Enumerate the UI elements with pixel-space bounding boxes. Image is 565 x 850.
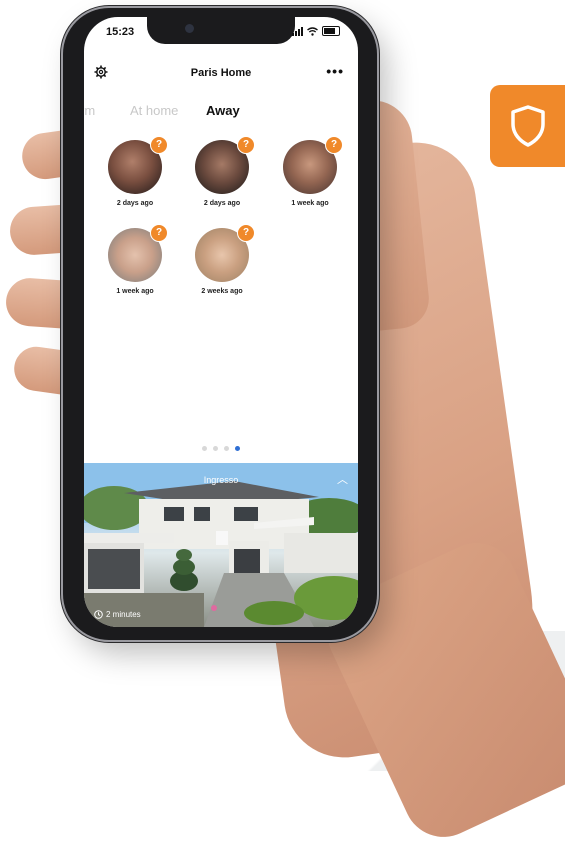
page-dot-active[interactable] — [235, 446, 240, 451]
unknown-badge: ? — [237, 136, 255, 154]
face-avatar[interactable]: ? — [283, 136, 343, 194]
wifi-icon — [307, 26, 318, 36]
more-icon[interactable]: ••• — [326, 63, 344, 79]
signal-icon — [292, 26, 303, 36]
notch — [147, 17, 295, 44]
page-dot[interactable] — [213, 446, 218, 451]
battery-icon — [322, 26, 340, 36]
face-avatar[interactable]: ? — [195, 224, 255, 282]
status-icons — [292, 26, 340, 36]
clock-icon — [94, 610, 103, 619]
mode-tabs: rm At home Away — [84, 103, 358, 123]
page-indicator — [202, 446, 240, 451]
camera-preview[interactable]: Ingresso ︿ 2 minutes — [84, 463, 358, 627]
shield-icon — [510, 105, 545, 147]
page-dot[interactable] — [202, 446, 207, 451]
camera-name: Ingresso — [203, 475, 239, 485]
face-avatar[interactable]: ? — [108, 136, 168, 194]
tab-at-home[interactable]: At home — [130, 103, 178, 118]
face-time-label: 1 week ago — [291, 200, 329, 207]
face-time-label: 2 days ago — [203, 200, 241, 207]
app-header: Paris Home ••• — [84, 63, 358, 85]
unknown-badge: ? — [150, 224, 168, 242]
house-image — [84, 463, 358, 627]
face-avatar[interactable]: ? — [195, 136, 255, 194]
face-avatar[interactable]: ? — [108, 224, 168, 282]
tab-away[interactable]: Away — [206, 103, 240, 118]
face-time-label: 2 weeks ago — [201, 288, 243, 295]
page-dot[interactable] — [224, 446, 229, 451]
face-time-label: 2 days ago — [116, 200, 154, 207]
status-time: 15:23 — [106, 26, 135, 38]
page-title: Paris Home — [190, 67, 252, 79]
camera-timestamp: 2 minutes — [94, 610, 141, 619]
phone-screen: 15:23 Paris Home ••• rm At home Away — [84, 17, 358, 627]
chevron-up-icon[interactable]: ︿ — [337, 471, 348, 487]
unknown-badge: ? — [325, 136, 343, 154]
camera-time-text: 2 minutes — [106, 610, 141, 619]
face-time-label: 1 week ago — [116, 288, 154, 295]
shield-badge — [490, 85, 565, 167]
tab-alarm[interactable]: rm — [84, 103, 95, 118]
unknown-badge: ? — [150, 136, 168, 154]
unknown-badge: ? — [237, 224, 255, 242]
